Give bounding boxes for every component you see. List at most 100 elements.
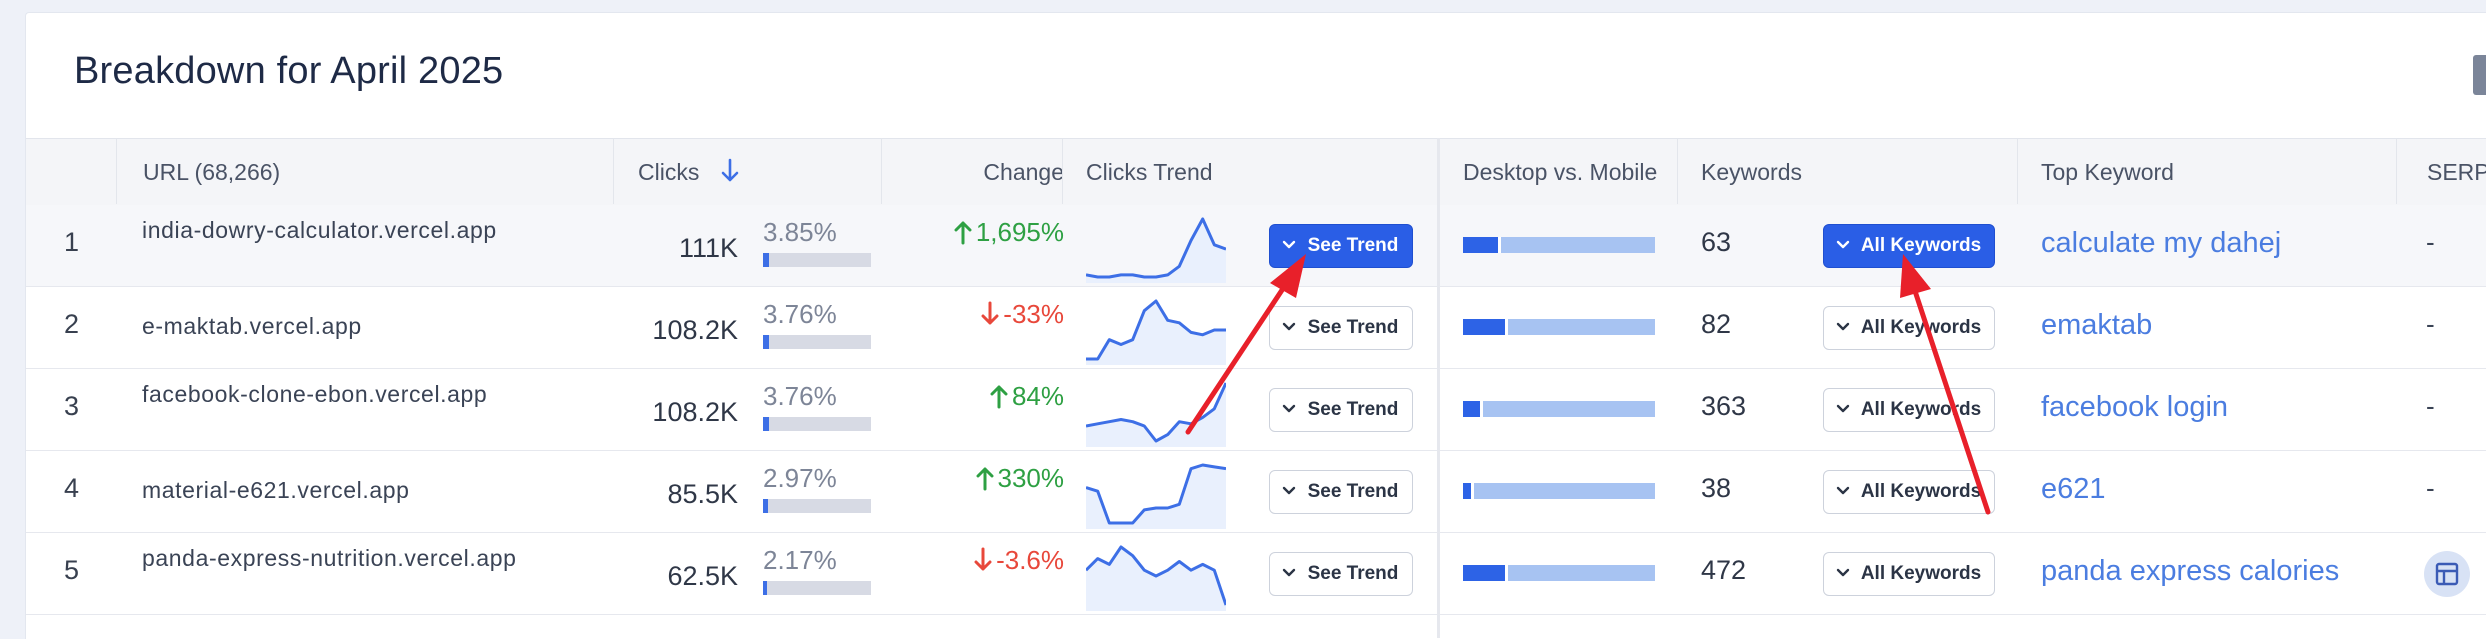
see-trend-label: See Trend: [1307, 317, 1399, 338]
row-top-keyword-link[interactable]: panda express calories: [2041, 555, 2339, 588]
clicks-trend-sparkline: [1086, 382, 1226, 447]
chevron-down-icon: [1282, 307, 1296, 364]
click-share-bar-fill: [763, 335, 770, 349]
column-divider: [1677, 138, 1678, 204]
click-share-bar: [763, 417, 871, 431]
arrow-up-icon: [954, 219, 972, 252]
chevron-down-icon: [1282, 471, 1296, 528]
all-keywords-button[interactable]: All Keywords: [1823, 388, 1995, 432]
row-url[interactable]: material-e621.vercel.app: [142, 475, 522, 506]
see-trend-button[interactable]: See Trend: [1269, 224, 1413, 268]
chevron-down-icon: [1836, 389, 1850, 446]
table-row[interactable]: 2 e-maktab.vercel.app 108.2K 3.76% -33% See T…: [26, 287, 2486, 369]
all-keywords-label: All Keywords: [1860, 317, 1982, 338]
see-trend-button[interactable]: See Trend: [1269, 306, 1413, 350]
header-url[interactable]: URL (68,266): [143, 139, 280, 205]
row-url[interactable]: e-maktab.vercel.app: [142, 311, 522, 342]
all-keywords-label: All Keywords: [1860, 563, 1982, 584]
all-keywords-button[interactable]: All Keywords: [1823, 306, 1995, 350]
breakdown-card: Breakdown for April 2025 URL (68,266) Cl…: [25, 12, 2486, 639]
click-share-bar-fill: [763, 417, 770, 431]
row-top-keyword-link[interactable]: calculate my dahej: [2041, 227, 2281, 260]
desktop-share-fill: [1463, 483, 1474, 499]
header-change[interactable]: Change: [956, 139, 1064, 205]
see-trend-button[interactable]: See Trend: [1269, 552, 1413, 596]
header-serp[interactable]: SERP: [2427, 139, 2486, 205]
row-rank: 3: [64, 391, 80, 421]
desktop-share-fill: [1463, 401, 1483, 417]
row-click-share: 3.76%: [763, 299, 837, 329]
sparkline-area: [1086, 219, 1226, 283]
row-clicks: 108.2K: [652, 315, 738, 345]
column-divider: [2017, 138, 2018, 204]
see-trend-label: See Trend: [1307, 235, 1399, 256]
clicks-trend-sparkline: [1086, 545, 1226, 611]
column-divider: [613, 138, 614, 204]
desktop-mobile-bar: [1463, 319, 1655, 335]
header-desktop-mobile[interactable]: Desktop vs. Mobile: [1463, 139, 1657, 205]
row-change-value: -33%: [1003, 299, 1064, 329]
row-serp: -: [2426, 227, 2435, 257]
header-clicks-label: Clicks: [638, 159, 700, 185]
row-serp: -: [2426, 309, 2435, 339]
see-trend-button[interactable]: See Trend: [1269, 470, 1413, 514]
row-url[interactable]: india-dowry-calculator.vercel.app: [142, 215, 522, 246]
chevron-down-icon: [1836, 307, 1850, 364]
column-divider: [881, 138, 882, 204]
all-keywords-label: All Keywords: [1860, 235, 1982, 256]
arrow-down-icon: [720, 143, 740, 209]
click-share-bar-fill: [763, 253, 770, 267]
desktop-mobile-bar: [1463, 565, 1655, 581]
row-keywords-count: 363: [1701, 391, 1747, 421]
row-change: 330%: [906, 463, 1064, 498]
see-trend-button[interactable]: See Trend: [1269, 388, 1413, 432]
header-top-keyword[interactable]: Top Keyword: [2041, 139, 2174, 205]
row-change-value: -3.6%: [996, 545, 1064, 575]
row-url[interactable]: panda-express-nutrition.vercel.app: [142, 543, 522, 574]
row-change-value: 1,695%: [975, 217, 1064, 247]
table-row[interactable]: 5 panda-express-nutrition.vercel.app 62.5K…: [26, 533, 2486, 615]
column-divider: [1062, 138, 1063, 204]
see-trend-label: See Trend: [1307, 399, 1399, 420]
click-share-bar: [763, 499, 871, 513]
row-top-keyword-link[interactable]: e621: [2041, 473, 2106, 506]
row-keywords-count: 38: [1701, 473, 1732, 503]
page-title: Breakdown for April 2025: [74, 50, 504, 92]
row-rank: 5: [64, 555, 80, 585]
all-keywords-button[interactable]: All Keywords: [1823, 552, 1995, 596]
row-rank: 1: [64, 227, 80, 257]
arrow-down-icon: [981, 301, 999, 334]
row-clicks: 111K: [678, 233, 738, 263]
chevron-down-icon: [1836, 471, 1850, 528]
all-keywords-label: All Keywords: [1860, 399, 1982, 420]
row-keywords-count: 63: [1701, 227, 1732, 257]
all-keywords-label: All Keywords: [1860, 481, 1982, 502]
table-icon[interactable]: [2424, 551, 2470, 597]
click-share-bar: [763, 581, 871, 595]
all-keywords-button[interactable]: All Keywords: [1823, 470, 1995, 514]
desktop-mobile-bar: [1463, 237, 1655, 253]
row-serp: -: [2426, 391, 2435, 421]
row-top-keyword-link[interactable]: emaktab: [2041, 309, 2152, 342]
click-share-bar: [763, 335, 871, 349]
row-click-share: 3.85%: [763, 217, 837, 247]
table-row[interactable]: 1 india-dowry-calculator.vercel.app 111K 3.…: [26, 205, 2486, 287]
desktop-mobile-bar: [1463, 483, 1655, 499]
row-change-value: 84%: [1011, 381, 1064, 411]
desktop-share-fill: [1463, 565, 1508, 581]
row-click-share: 2.97%: [763, 463, 837, 493]
table-row[interactable]: 3 facebook-clone-ebon.vercel.app 108.2K 3.7…: [26, 369, 2486, 451]
expand-icon[interactable]: [2473, 55, 2486, 95]
column-divider: [2396, 138, 2397, 204]
row-top-keyword-link[interactable]: facebook login: [2041, 391, 2228, 424]
header-clicks[interactable]: Clicks: [638, 139, 740, 205]
row-change: -3.6%: [906, 545, 1064, 580]
table-row[interactable]: 4 material-e621.vercel.app 85.5K 2.97% 330% S…: [26, 451, 2486, 533]
all-keywords-button[interactable]: All Keywords: [1823, 224, 1995, 268]
header-keywords[interactable]: Keywords: [1701, 139, 1802, 205]
arrow-up-icon: [990, 383, 1008, 416]
click-share-bar: [763, 253, 871, 267]
row-url[interactable]: facebook-clone-ebon.vercel.app: [142, 379, 522, 410]
chevron-down-icon: [1282, 553, 1296, 610]
clicks-trend-sparkline: [1086, 463, 1226, 529]
